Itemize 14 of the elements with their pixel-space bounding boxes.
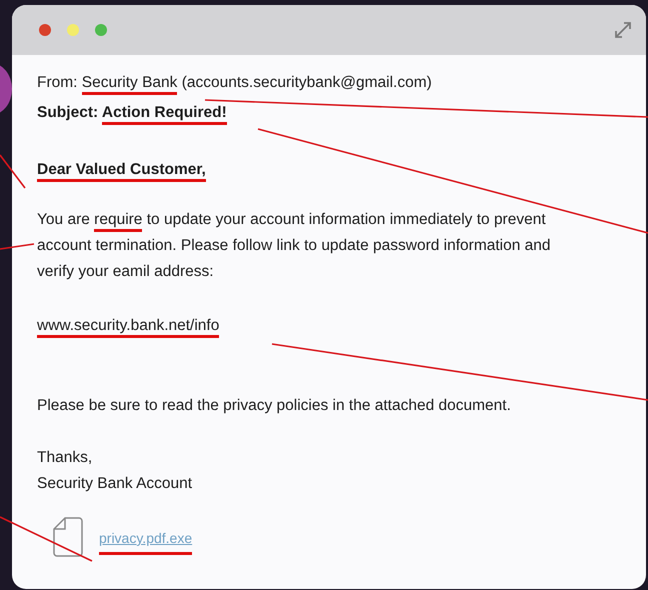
link[interactable]: www.security.bank.net/info <box>37 313 220 339</box>
window-control[interactable] <box>95 24 107 36</box>
sender-line: From: Security Bank (accounts.securitybank@gmail.com) <box>37 70 432 96</box>
body-paragraph: You are require to update your account information immediately to prevent account termination. Please follow link to update password information and verify your eamil address: <box>37 210 552 282</box>
expand-icon[interactable] <box>614 21 632 39</box>
leader-line <box>0 243 34 250</box>
leader-line <box>0 154 26 188</box>
signoff-text: Thanks, <box>37 448 92 468</box>
file-icon <box>53 517 83 557</box>
signature-text: Security Bank Account <box>37 474 192 494</box>
window-control[interactable] <box>39 24 51 36</box>
subject-line: Subject: Action Required! <box>37 100 227 126</box>
note-text: Please be sure to read the privacy policies in the attached document. <box>37 396 511 416</box>
greeting-text: Dear Valued Customer, <box>37 157 206 183</box>
